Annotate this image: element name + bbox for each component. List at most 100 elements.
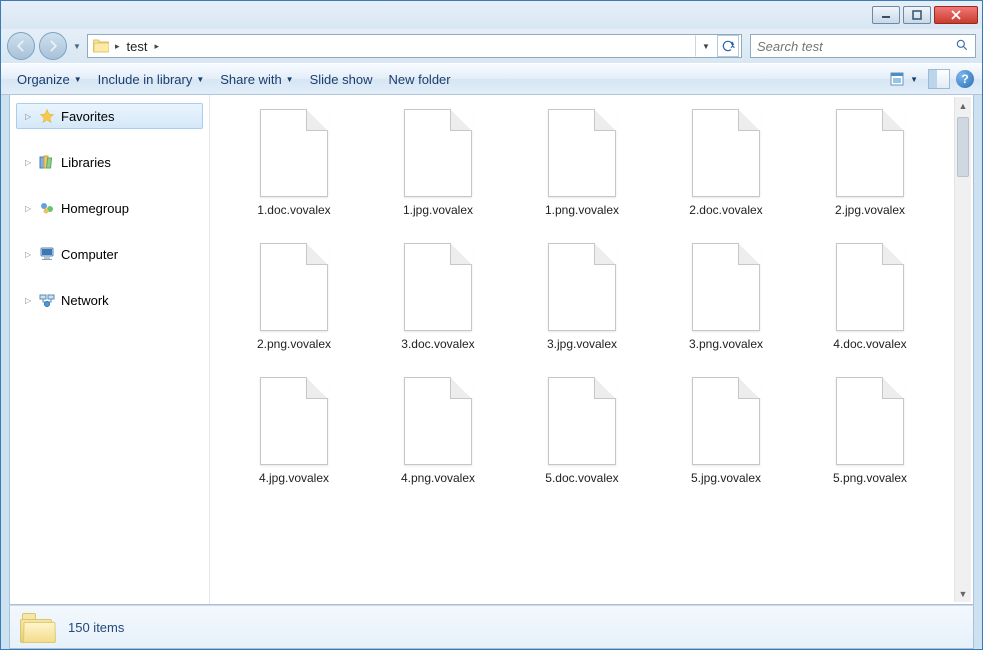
file-item[interactable]: 5.jpg.vovalex [656,373,796,489]
file-name: 1.doc.vovalex [257,203,330,217]
file-item[interactable]: 4.doc.vovalex [800,239,940,355]
folder-icon [92,37,110,55]
new-folder-button[interactable]: New folder [380,68,458,91]
file-item[interactable]: 1.jpg.vovalex [368,105,508,221]
navbar: ▼ ▸ test ▸ ▼ [1,29,982,63]
file-icon [548,243,616,331]
expand-icon[interactable]: ▷ [25,158,33,167]
file-name: 1.jpg.vovalex [403,203,473,217]
file-item[interactable]: 3.doc.vovalex [368,239,508,355]
file-icon [836,243,904,331]
maximize-button[interactable] [903,6,931,24]
sidebar-label: Favorites [61,109,114,124]
file-item[interactable]: 5.doc.vovalex [512,373,652,489]
scroll-up-button[interactable]: ▲ [955,97,971,114]
file-item[interactable]: 5.png.vovalex [800,373,940,489]
homegroup-icon [39,200,55,216]
file-name: 4.doc.vovalex [833,337,906,351]
refresh-button[interactable] [717,35,739,57]
organize-menu[interactable]: Organize▼ [9,68,90,91]
file-item[interactable]: 3.jpg.vovalex [512,239,652,355]
body: ▷ Favorites ▷ Libraries ▷ Homeg [9,95,974,605]
titlebar [1,1,982,29]
network-icon [39,292,55,308]
file-name: 1.png.vovalex [545,203,619,217]
breadcrumb-chevron[interactable]: ▸ [152,41,163,52]
file-name: 4.png.vovalex [401,471,475,485]
expand-icon[interactable]: ▷ [25,296,33,305]
file-name: 3.jpg.vovalex [547,337,617,351]
scroll-thumb[interactable] [957,117,969,177]
file-item[interactable]: 4.jpg.vovalex [224,373,364,489]
file-item[interactable]: 2.doc.vovalex [656,105,796,221]
file-icon [692,377,760,465]
file-name: 3.png.vovalex [689,337,763,351]
details-pane: 150 items [9,605,974,649]
file-item[interactable]: 1.png.vovalex [512,105,652,221]
search-box[interactable] [750,34,976,58]
file-icon [548,109,616,197]
file-icon [404,377,472,465]
sidebar-item-favorites[interactable]: ▷ Favorites [16,103,203,129]
libraries-icon [39,154,55,170]
star-icon [39,108,55,124]
address-bar[interactable]: ▸ test ▸ ▼ [87,34,742,58]
file-name: 2.doc.vovalex [689,203,762,217]
file-name: 3.doc.vovalex [401,337,474,351]
sidebar-item-homegroup[interactable]: ▷ Homegroup [16,195,203,221]
folder-icon [20,611,56,643]
file-item[interactable]: 1.doc.vovalex [224,105,364,221]
nav-history-dropdown[interactable]: ▼ [71,34,83,58]
sidebar: ▷ Favorites ▷ Libraries ▷ Homeg [10,95,210,604]
forward-button[interactable] [39,32,67,60]
include-library-menu[interactable]: Include in library▼ [90,68,213,91]
sidebar-label: Homegroup [61,201,129,216]
file-icon [836,377,904,465]
file-icon [260,109,328,197]
file-name: 2.png.vovalex [257,337,331,351]
item-count: 150 items [68,620,124,635]
file-name: 5.doc.vovalex [545,471,618,485]
file-name: 2.jpg.vovalex [835,203,905,217]
preview-pane-button[interactable] [928,69,950,89]
minimize-button[interactable] [872,6,900,24]
slideshow-button[interactable]: Slide show [302,68,381,91]
file-name: 5.png.vovalex [833,471,907,485]
sidebar-label: Computer [61,247,118,262]
close-button[interactable] [934,6,978,24]
file-icon [692,109,760,197]
breadcrumb-segment[interactable]: test [123,39,152,54]
expand-icon[interactable]: ▷ [25,204,33,213]
file-icon [692,243,760,331]
sidebar-item-libraries[interactable]: ▷ Libraries [16,149,203,175]
expand-icon[interactable]: ▷ [25,112,33,121]
file-icon [836,109,904,197]
address-dropdown[interactable]: ▼ [695,35,717,57]
back-button[interactable] [7,32,35,60]
help-button[interactable]: ? [956,70,974,88]
view-menu[interactable]: ▼ [886,70,922,88]
file-icon [260,243,328,331]
file-list[interactable]: 1.doc.vovalex 1.jpg.vovalex 1.png.vovale… [210,95,973,604]
file-item[interactable]: 4.png.vovalex [368,373,508,489]
file-item[interactable]: 3.png.vovalex [656,239,796,355]
share-with-menu[interactable]: Share with▼ [212,68,301,91]
breadcrumb-chevron[interactable]: ▸ [112,41,123,52]
sidebar-item-computer[interactable]: ▷ Computer [16,241,203,267]
search-input[interactable] [757,39,955,54]
sidebar-label: Libraries [61,155,111,170]
expand-icon[interactable]: ▷ [25,250,33,259]
sidebar-item-network[interactable]: ▷ Network [16,287,203,313]
scroll-down-button[interactable]: ▼ [955,585,971,602]
toolbar: Organize▼ Include in library▼ Share with… [1,63,982,95]
file-item[interactable]: 2.png.vovalex [224,239,364,355]
search-icon[interactable] [955,38,969,55]
file-icon [404,243,472,331]
file-icon [548,377,616,465]
file-name: 5.jpg.vovalex [691,471,761,485]
file-item[interactable]: 2.jpg.vovalex [800,105,940,221]
scrollbar[interactable]: ▲ ▼ [954,97,971,602]
sidebar-label: Network [61,293,109,308]
computer-icon [39,246,55,262]
file-icon [260,377,328,465]
